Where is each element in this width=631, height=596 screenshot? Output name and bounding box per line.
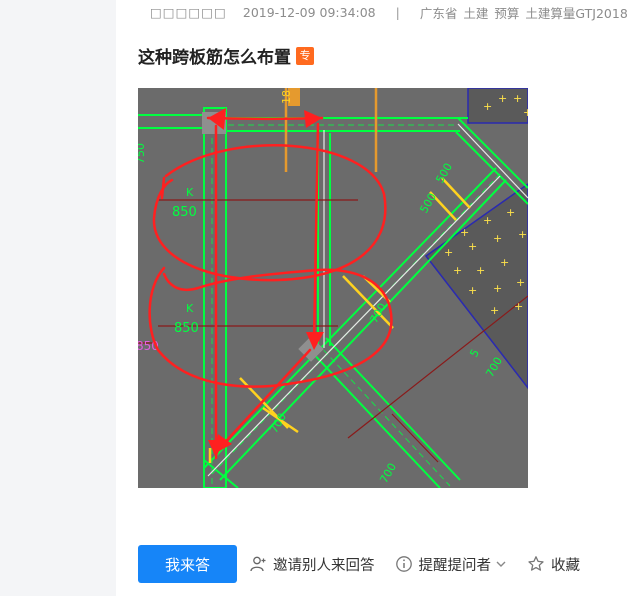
- svg-text:+: +: [513, 92, 522, 105]
- question-attachment-image[interactable]: + + + + + + + + + + + + + + + + + + + K 850 K 850 500…: [138, 88, 528, 488]
- cad-label-18: 18: [280, 90, 293, 104]
- tag-software[interactable]: 土建算量GTJ2018: [525, 3, 627, 22]
- svg-text:+: +: [460, 226, 469, 239]
- remind-asker-button[interactable]: 提醒提问者: [395, 554, 508, 575]
- svg-text:+: +: [516, 276, 525, 289]
- svg-text:+: +: [444, 246, 453, 259]
- cad-label-k2: K: [186, 302, 194, 315]
- cad-label-850-2: 850: [174, 321, 199, 336]
- chevron-down-icon: [495, 558, 507, 570]
- cad-drawing: + ++ + +++ + ++ + + ++ + + + + + K 850 K 850 500…: [138, 88, 528, 488]
- left-sidebar-area: [0, 0, 116, 596]
- svg-text:+: +: [476, 264, 485, 277]
- user-add-icon: [249, 555, 267, 573]
- svg-text:+: +: [518, 228, 527, 241]
- invite-label: 邀请别人来回答: [273, 557, 375, 574]
- tag-discipline[interactable]: 土建: [463, 3, 488, 22]
- svg-text:+: +: [498, 92, 507, 105]
- svg-text:+: +: [500, 256, 509, 269]
- svg-text:+: +: [483, 214, 492, 227]
- svg-text:+: +: [483, 100, 492, 113]
- timestamp: 2019-12-09 09:34:08: [242, 4, 376, 20]
- star-icon: [527, 555, 545, 573]
- favorite-label: 收藏: [551, 557, 580, 574]
- svg-text:+: +: [468, 284, 477, 297]
- svg-text:+: +: [514, 300, 523, 313]
- expert-badge: 专: [296, 46, 314, 65]
- invite-answer-button[interactable]: 邀请别人来回答: [249, 554, 375, 575]
- svg-text:+: +: [490, 304, 499, 317]
- question-title-row: 这种跨板筋怎么布置 专: [138, 43, 314, 68]
- cad-label-750: 750: [138, 143, 147, 164]
- cad-label-k1: K: [186, 186, 194, 199]
- cad-label-850-1: 850: [172, 205, 197, 220]
- svg-text:+: +: [506, 206, 515, 219]
- question-meta: □□□□□□ 2019-12-09 09:34:08 | 广东省 土建 预算 土…: [138, 2, 631, 22]
- favorite-button[interactable]: 收藏: [527, 554, 580, 575]
- svg-text:+: +: [468, 240, 477, 253]
- svg-text:+: +: [493, 232, 502, 245]
- answer-button[interactable]: 我来答: [138, 545, 237, 583]
- tag-region[interactable]: 广东省: [420, 3, 458, 22]
- svg-text:+: +: [493, 282, 502, 295]
- info-icon: [395, 555, 413, 573]
- tag-category[interactable]: 预算: [494, 3, 519, 22]
- question-title: 这种跨板筋怎么布置: [138, 48, 291, 68]
- svg-text:+: +: [523, 106, 528, 119]
- remind-label: 提醒提问者: [418, 557, 492, 574]
- action-bar: 我来答 邀请别人来回答 提醒提问者 收藏: [138, 545, 631, 583]
- svg-text:+: +: [453, 264, 462, 277]
- meta-separator: |: [395, 4, 400, 20]
- username[interactable]: □□□□□□: [150, 5, 227, 20]
